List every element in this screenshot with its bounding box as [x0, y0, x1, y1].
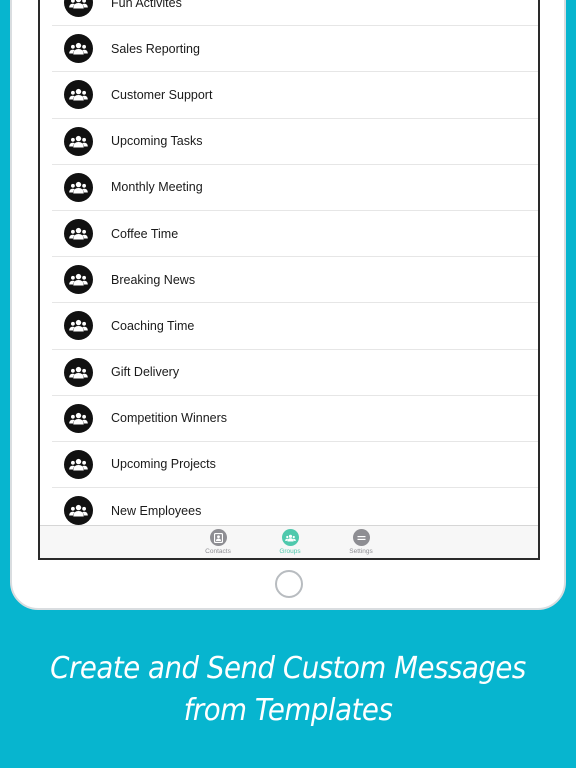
list-item-label: New Employees [111, 503, 202, 518]
group-icon [64, 80, 93, 110]
list-item[interactable]: Fun Activites [52, 0, 538, 27]
group-icon [281, 529, 299, 546]
list-item-label: Monthly Meeting [111, 180, 203, 195]
list-item[interactable]: Breaking News [52, 257, 538, 304]
promo-caption: Create and Send Custom Messages from Tem… [23, 648, 553, 732]
group-icon [64, 219, 93, 249]
tab-bar: Contacts Groups Settings [40, 525, 538, 558]
tab-contacts[interactable]: Contacts [188, 529, 248, 555]
contact-card-icon [209, 529, 227, 546]
list-item-label: Upcoming Projects [111, 457, 216, 472]
list-item-label: Customer Support [111, 87, 213, 102]
list-item[interactable]: Sales Reporting [52, 26, 538, 73]
list-item-label: Coffee Time [111, 226, 179, 241]
group-icon [64, 34, 93, 64]
group-icon [64, 0, 93, 18]
list-item[interactable]: Upcoming Tasks [52, 119, 538, 165]
list-item-label: Upcoming Tasks [111, 134, 203, 149]
group-icon [64, 126, 93, 156]
list-item-label: Fun Activites [111, 0, 182, 10]
list-item-label: Competition Winners [111, 411, 228, 426]
list-item[interactable]: Competition Winners [52, 396, 538, 442]
groups-list: Fun Activites Sales Reporting Customer S… [52, 0, 538, 535]
list-item[interactable]: Gift Delivery [52, 350, 538, 396]
chat-bubble-icon [352, 529, 370, 546]
list-item[interactable]: Monthly Meeting [52, 165, 538, 211]
list-item-label: Breaking News [111, 272, 196, 287]
group-icon [64, 265, 93, 295]
caption-line-2: from Templates [183, 693, 393, 728]
group-icon [64, 403, 93, 433]
list-item[interactable]: Coffee Time [52, 211, 538, 258]
tab-settings-label: Settings [349, 548, 373, 555]
group-icon [64, 311, 93, 341]
group-icon [64, 449, 93, 479]
list-item-label: Gift Delivery [111, 365, 180, 380]
home-button[interactable] [275, 570, 303, 598]
group-icon [64, 496, 93, 526]
list-item[interactable]: Upcoming Projects [52, 442, 538, 489]
tab-settings[interactable]: Settings [331, 529, 391, 555]
tab-groups-label: Groups [279, 548, 301, 555]
list-item-label: Coaching Time [111, 318, 195, 333]
tab-groups[interactable]: Groups [260, 529, 320, 555]
group-icon [64, 172, 93, 202]
list-item[interactable]: Coaching Time [52, 303, 538, 350]
list-item-label: Sales Reporting [111, 41, 200, 56]
app-screen: Fun Activites Sales Reporting Customer S… [38, 0, 540, 560]
caption-line-1: Create and Send Custom Messages [50, 651, 526, 686]
group-icon [64, 357, 93, 387]
tab-contacts-label: Contacts [205, 548, 231, 555]
list-item[interactable]: Customer Support [52, 72, 538, 119]
